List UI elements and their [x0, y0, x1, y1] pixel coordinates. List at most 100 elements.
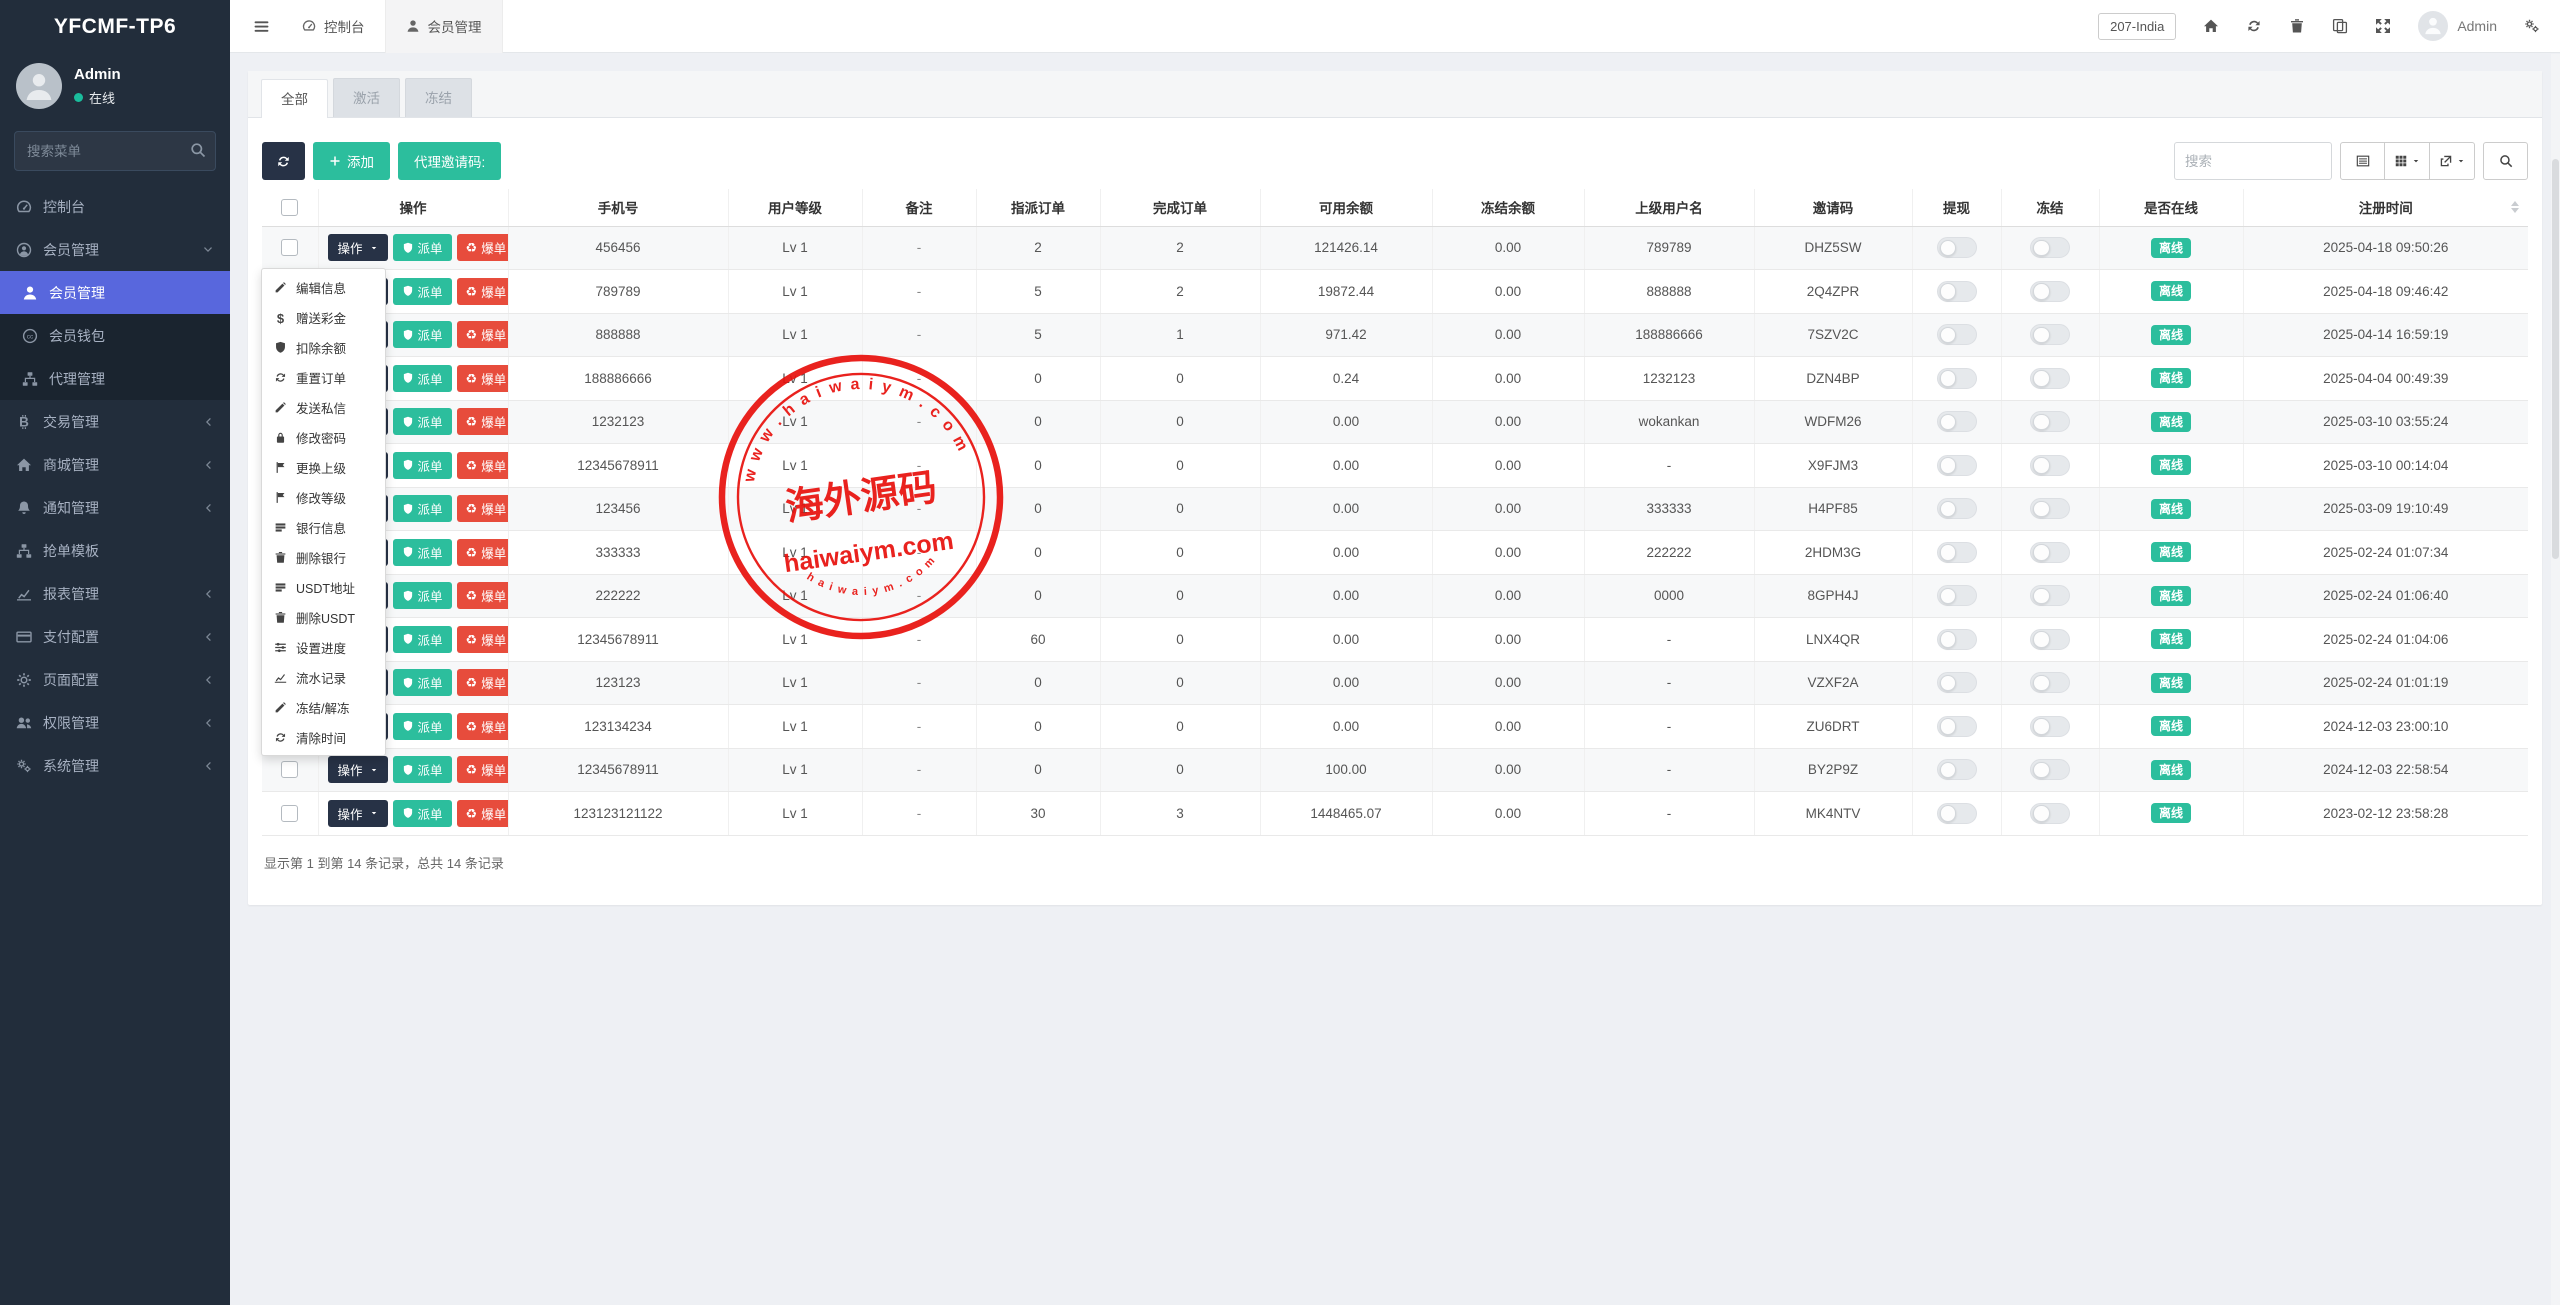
withdraw-toggle[interactable] [1937, 542, 1977, 563]
sidebar-item-member-wallet[interactable]: cc会员钱包 [0, 314, 230, 357]
site-selector[interactable]: 207-India [2098, 13, 2176, 40]
export-button[interactable] [2430, 142, 2475, 180]
row-checkbox[interactable] [281, 761, 298, 778]
settings-cogs-icon[interactable] [2524, 18, 2540, 34]
freeze-toggle[interactable] [2030, 455, 2070, 476]
withdraw-toggle[interactable] [1937, 498, 1977, 519]
burst-order-button[interactable]: ♻爆单 [457, 408, 508, 435]
home-icon[interactable] [2203, 18, 2219, 34]
topbar-tab-1[interactable]: 会员管理 [385, 0, 503, 53]
dispatch-order-button[interactable]: 派单 [393, 321, 452, 348]
action-menu-item-0[interactable]: 编辑信息 [262, 272, 385, 302]
scrollbar[interactable] [2551, 54, 2560, 1305]
sort-icon[interactable] [2511, 201, 2519, 213]
burst-order-button[interactable]: ♻爆单 [457, 539, 508, 566]
select-all-checkbox[interactable] [281, 199, 298, 216]
filter-tab-0[interactable]: 全部 [261, 79, 328, 118]
search-button[interactable] [2483, 142, 2528, 180]
burst-order-button[interactable]: ♻爆单 [457, 582, 508, 609]
scrollbar-thumb[interactable] [2552, 159, 2559, 559]
freeze-toggle[interactable] [2030, 368, 2070, 389]
row-action-dropdown-button[interactable]: 操作 [328, 756, 388, 783]
action-menu-item-10[interactable]: USDT地址 [262, 572, 385, 602]
freeze-toggle[interactable] [2030, 716, 2070, 737]
action-menu-item-4[interactable]: 发送私信 [262, 392, 385, 422]
action-menu-item-13[interactable]: 流水记录 [262, 662, 385, 692]
sidebar-item-mall[interactable]: 商城管理 [0, 443, 230, 486]
withdraw-toggle[interactable] [1937, 585, 1977, 606]
sidebar-item-agent-manage[interactable]: 代理管理 [0, 357, 230, 400]
dispatch-order-button[interactable]: 派单 [393, 800, 452, 827]
dispatch-order-button[interactable]: 派单 [393, 365, 452, 392]
refresh-button[interactable] [262, 142, 305, 180]
freeze-toggle[interactable] [2030, 237, 2070, 258]
freeze-toggle[interactable] [2030, 498, 2070, 519]
sidebar-item-notice[interactable]: 通知管理 [0, 486, 230, 529]
fullscreen-icon[interactable] [2375, 18, 2391, 34]
burst-order-button[interactable]: ♻爆单 [457, 626, 508, 653]
withdraw-toggle[interactable] [1937, 759, 1977, 780]
dispatch-order-button[interactable]: 派单 [393, 713, 452, 740]
burst-order-button[interactable]: ♻爆单 [457, 234, 508, 261]
sidebar-item-order-template[interactable]: 抢单模板 [0, 529, 230, 572]
freeze-toggle[interactable] [2030, 585, 2070, 606]
sidebar-item-permission[interactable]: 权限管理 [0, 701, 230, 744]
withdraw-toggle[interactable] [1937, 411, 1977, 432]
sidebar-item-member-group[interactable]: 会员管理 [0, 228, 230, 271]
dispatch-order-button[interactable]: 派单 [393, 495, 452, 522]
sidebar-item-dashboard[interactable]: 控制台 [0, 185, 230, 228]
sidebar-item-trade[interactable]: B交易管理 [0, 400, 230, 443]
dispatch-order-button[interactable]: 派单 [393, 234, 452, 261]
sidebar-item-page-config[interactable]: 页面配置 [0, 658, 230, 701]
withdraw-toggle[interactable] [1937, 324, 1977, 345]
action-menu-item-15[interactable]: 清除时间 [262, 722, 385, 752]
withdraw-toggle[interactable] [1937, 237, 1977, 258]
action-menu-item-8[interactable]: 银行信息 [262, 512, 385, 542]
burst-order-button[interactable]: ♻爆单 [457, 452, 508, 479]
add-button[interactable]: 添加 [313, 142, 390, 180]
withdraw-toggle[interactable] [1937, 803, 1977, 824]
withdraw-toggle[interactable] [1937, 672, 1977, 693]
withdraw-toggle[interactable] [1937, 716, 1977, 737]
freeze-toggle[interactable] [2030, 542, 2070, 563]
sidebar-toggle-button[interactable] [240, 0, 282, 53]
action-menu-item-3[interactable]: 重置订单 [262, 362, 385, 392]
burst-order-button[interactable]: ♻爆单 [457, 800, 508, 827]
burst-order-button[interactable]: ♻爆单 [457, 495, 508, 522]
action-menu-item-7[interactable]: 修改等级 [262, 482, 385, 512]
table-search-input[interactable] [2174, 142, 2332, 180]
trash-icon[interactable] [2289, 18, 2305, 34]
menu-search-input[interactable] [14, 131, 216, 171]
action-menu-item-1[interactable]: $赠送彩金 [262, 302, 385, 332]
filter-tab-2[interactable]: 冻结 [405, 78, 472, 117]
filter-tab-1[interactable]: 激活 [333, 78, 400, 117]
refresh-icon[interactable] [2246, 18, 2262, 34]
action-menu-item-14[interactable]: 冻结/解冻 [262, 692, 385, 722]
withdraw-toggle[interactable] [1937, 455, 1977, 476]
action-menu-item-5[interactable]: 修改密码 [262, 422, 385, 452]
freeze-toggle[interactable] [2030, 803, 2070, 824]
sidebar-item-report[interactable]: 报表管理 [0, 572, 230, 615]
freeze-toggle[interactable] [2030, 672, 2070, 693]
action-menu-item-9[interactable]: 删除银行 [262, 542, 385, 572]
withdraw-toggle[interactable] [1937, 281, 1977, 302]
freeze-toggle[interactable] [2030, 759, 2070, 780]
dispatch-order-button[interactable]: 派单 [393, 582, 452, 609]
row-action-dropdown-button[interactable]: 操作 [328, 234, 388, 261]
burst-order-button[interactable]: ♻爆单 [457, 756, 508, 783]
burst-order-button[interactable]: ♻爆单 [457, 669, 508, 696]
action-menu-item-12[interactable]: 设置进度 [262, 632, 385, 662]
burst-order-button[interactable]: ♻爆单 [457, 278, 508, 305]
dispatch-order-button[interactable]: 派单 [393, 452, 452, 479]
copy-icon[interactable] [2332, 18, 2348, 34]
dispatch-order-button[interactable]: 派单 [393, 278, 452, 305]
withdraw-toggle[interactable] [1937, 368, 1977, 389]
dispatch-order-button[interactable]: 派单 [393, 669, 452, 696]
freeze-toggle[interactable] [2030, 629, 2070, 650]
withdraw-toggle[interactable] [1937, 629, 1977, 650]
burst-order-button[interactable]: ♻爆单 [457, 321, 508, 348]
dispatch-order-button[interactable]: 派单 [393, 756, 452, 783]
freeze-toggle[interactable] [2030, 324, 2070, 345]
sidebar-item-system[interactable]: 系统管理 [0, 744, 230, 787]
sidebar-item-payment[interactable]: 支付配置 [0, 615, 230, 658]
